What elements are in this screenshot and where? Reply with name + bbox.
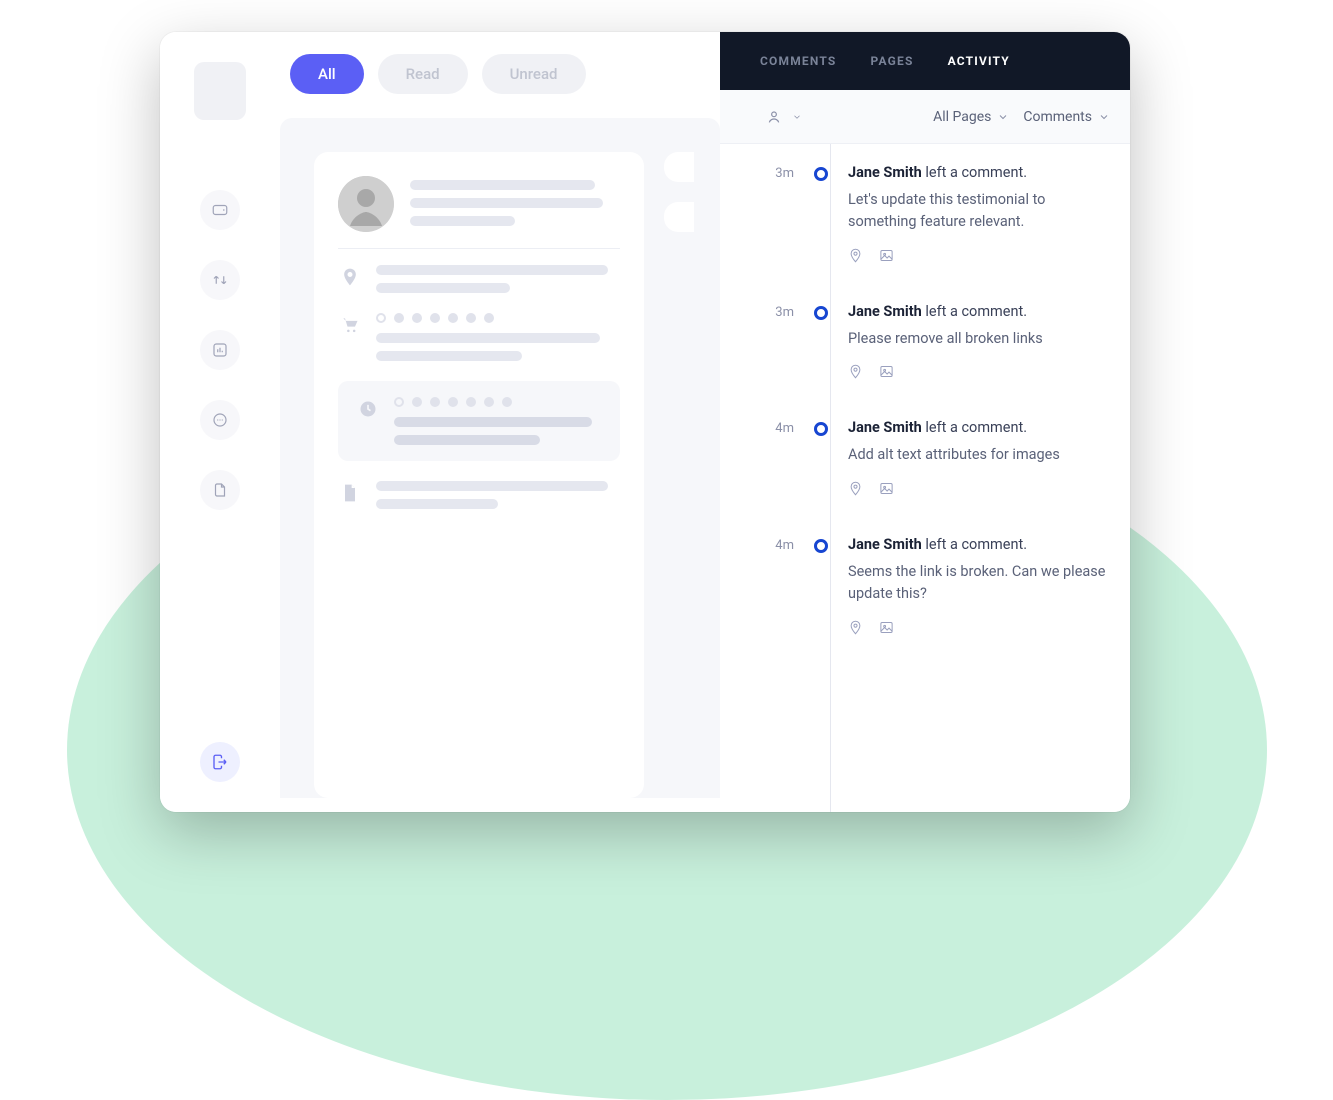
skeleton-dot [466,397,476,407]
main-content: All Read Unread [280,32,720,812]
tab-activity[interactable]: ACTIVITY [948,54,1010,68]
skeleton-line [394,417,592,427]
filter-pills: All Read Unread [280,54,720,94]
tab-comments[interactable]: COMMENTS [760,54,837,68]
location-pin-icon[interactable] [848,481,863,496]
activity-heading: Jane Smith left a comment. [848,536,1110,553]
skeleton-line [394,435,540,445]
skeleton-line [376,481,608,491]
activity-time: 3m [766,164,794,181]
content-area [280,118,720,798]
type-dropdown[interactable]: Comments [1023,109,1110,125]
timeline-dot-icon [814,539,828,553]
skeleton-dot [394,397,404,407]
feed-card-peek [664,202,694,232]
skeleton-dot [484,397,494,407]
logo-placeholder [194,62,246,120]
sidebar [160,32,280,812]
activity-time: 4m [766,536,794,553]
activity-heading: Jane Smith left a comment. [848,164,1110,181]
feed-card [314,152,644,798]
skeleton-line [376,283,510,293]
secondary-cards [664,152,694,798]
nav-analytics-icon[interactable] [200,330,240,370]
location-pin-icon[interactable] [848,364,863,379]
filter-read[interactable]: Read [378,54,468,94]
activity-heading: Jane Smith left a comment. [848,303,1110,320]
activity-text: Add alt text attributes for images [848,444,1110,466]
user-filter[interactable] [766,109,802,125]
divider [338,248,620,249]
activity-time: 3m [766,303,794,320]
image-icon[interactable] [879,481,894,496]
filter-all[interactable]: All [290,54,364,94]
panel-tabs: COMMENTS PAGES ACTIVITY [720,32,1130,90]
avatar [338,176,394,232]
skeleton-dot [484,313,494,323]
skeleton-dot [430,397,440,407]
timeline-dot-icon [814,422,828,436]
nav-wallet-icon[interactable] [200,190,240,230]
activity-panel: COMMENTS PAGES ACTIVITY All Pages Commen… [720,32,1130,812]
location-pin-icon[interactable] [848,248,863,263]
skeleton-line [376,499,498,509]
image-icon[interactable] [879,364,894,379]
filter-unread[interactable]: Unread [482,54,586,94]
timeline-dot-icon [814,306,828,320]
cart-icon [338,313,362,337]
skeleton-line [410,198,603,208]
skeleton-dot [430,313,440,323]
pages-dropdown[interactable]: All Pages [933,109,1009,125]
nav-chat-icon[interactable] [200,400,240,440]
image-icon[interactable] [879,248,894,263]
tab-pages[interactable]: PAGES [871,54,914,68]
skeleton-dot [448,397,458,407]
logout-button[interactable] [200,742,240,782]
skeleton-line [376,333,600,343]
skeleton-line [410,216,515,226]
clock-icon [356,397,380,421]
skeleton-dot [412,397,422,407]
pages-dropdown-label: All Pages [933,109,991,125]
skeleton-line [410,180,595,190]
skeleton-dot [394,313,404,323]
skeleton-dot [466,313,476,323]
activity-text: Please remove all broken links [848,328,1110,350]
panel-filters: All Pages Comments [720,90,1130,144]
activity-text: Let's update this testimonial to somethi… [848,189,1110,234]
activity-heading: Jane Smith left a comment. [848,419,1110,436]
feed-card-peek [664,152,694,182]
app-window: All Read Unread [160,32,1130,812]
nav-document-icon[interactable] [200,470,240,510]
activity-item: 4m Jane Smith left a comment. Add alt te… [766,419,1110,495]
activity-item: 4m Jane Smith left a comment. Seems the … [766,536,1110,635]
skeleton-dot [376,313,386,323]
location-icon [338,265,362,289]
skeleton-dot [412,313,422,323]
activity-item: 3m Jane Smith left a comment. Please rem… [766,303,1110,379]
type-dropdown-label: Comments [1023,109,1092,125]
activity-text: Seems the link is broken. Can we please … [848,561,1110,606]
skeleton-line [376,351,522,361]
nested-card [338,381,620,461]
skeleton-dot [448,313,458,323]
activity-item: 3m Jane Smith left a comment. Let's upda… [766,164,1110,263]
timeline-dot-icon [814,167,828,181]
activity-timeline: 3m Jane Smith left a comment. Let's upda… [720,144,1130,812]
skeleton-line [376,265,608,275]
activity-time: 4m [766,419,794,436]
image-icon[interactable] [879,620,894,635]
skeleton-dot [502,397,512,407]
file-icon [338,481,362,505]
location-pin-icon[interactable] [848,620,863,635]
nav-transfer-icon[interactable] [200,260,240,300]
nav-icons [200,190,240,742]
